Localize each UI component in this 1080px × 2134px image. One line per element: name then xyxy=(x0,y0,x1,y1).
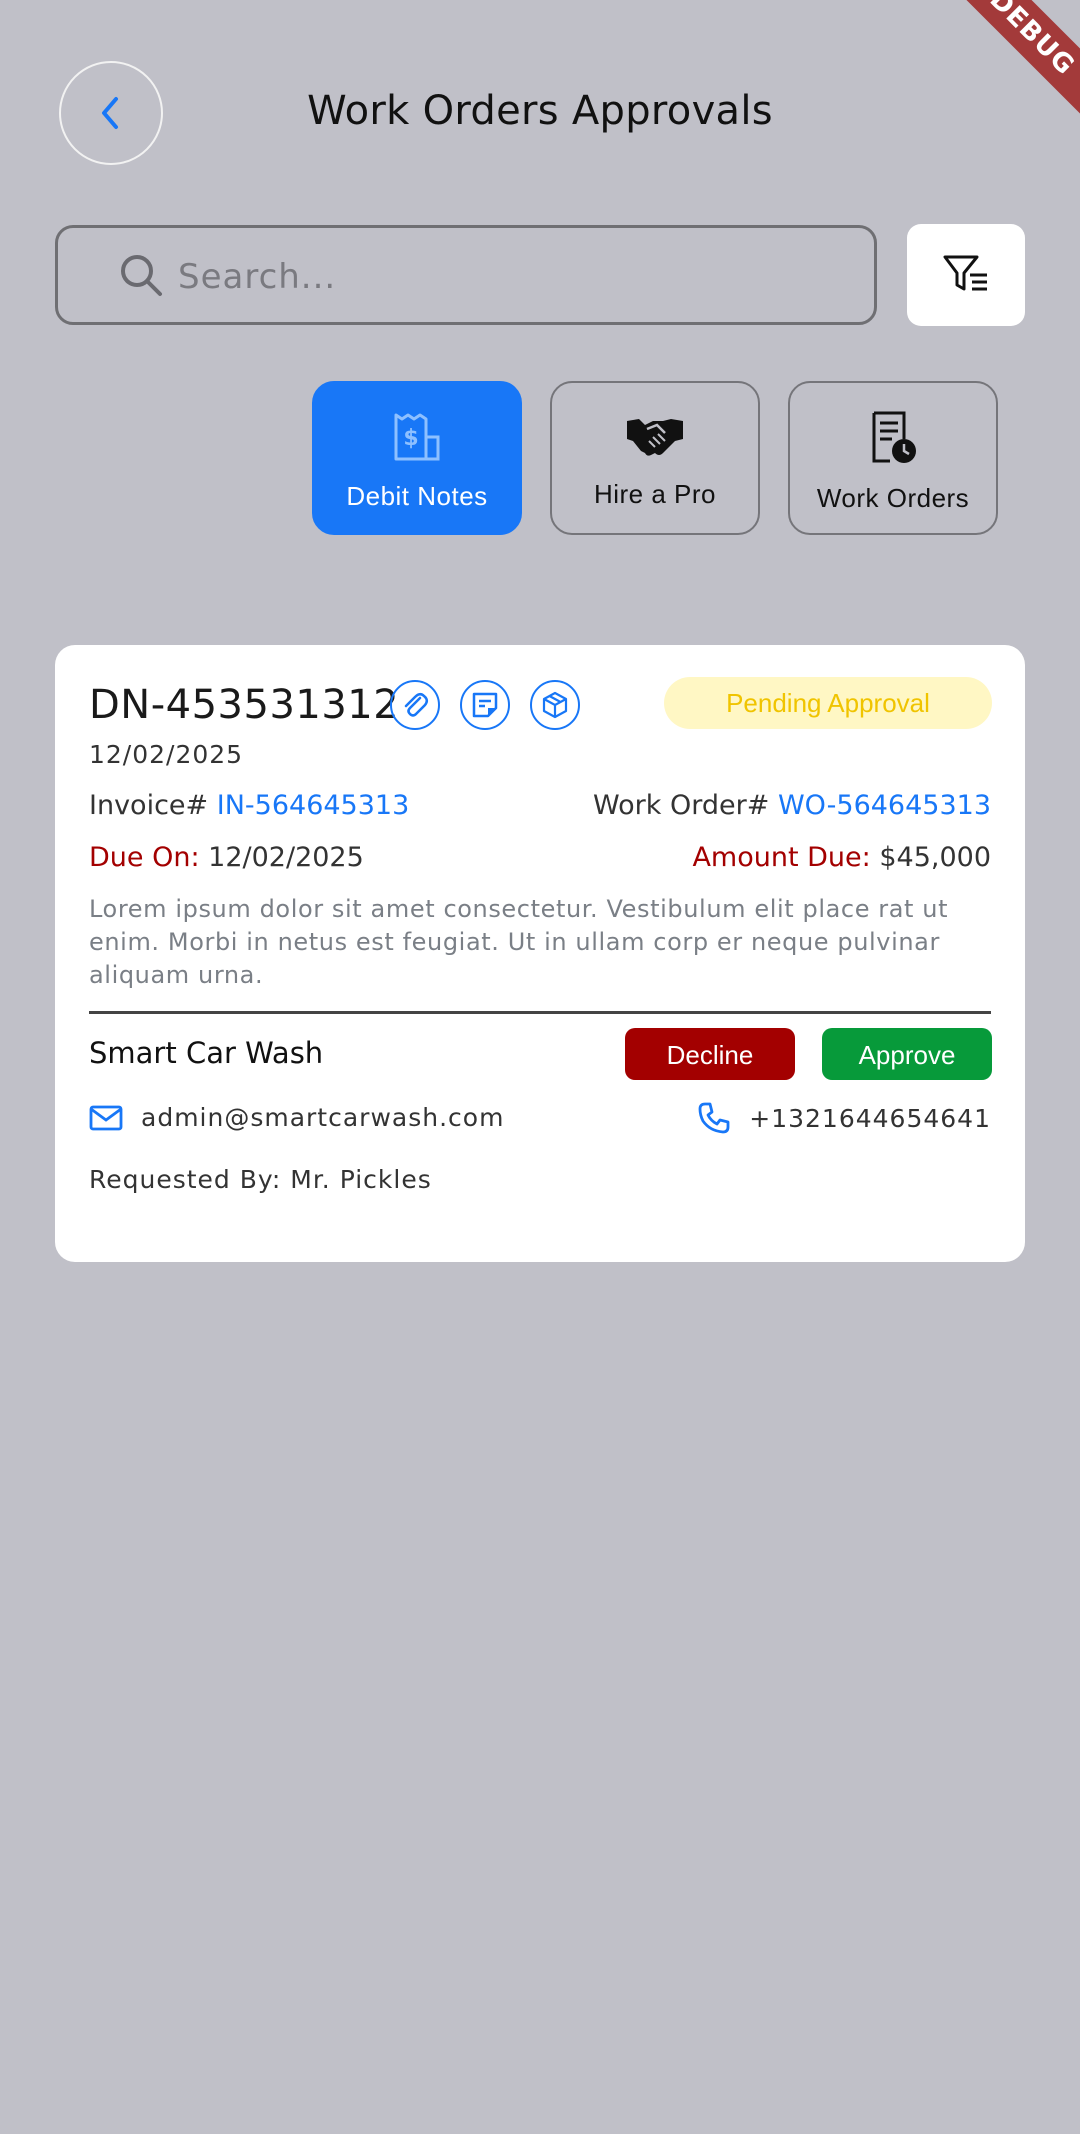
debit-note-date: 12/02/2025 xyxy=(89,740,244,769)
category-tabs: $ Debit Notes Hire a Pro Work Orders xyxy=(312,381,998,535)
tab-label: Work Orders xyxy=(816,483,970,513)
email-text: admin@smartcarwash.com xyxy=(141,1103,505,1132)
filter-list-icon xyxy=(943,255,987,291)
reference-row: Invoice# IN-564645313 Work Order# WO-564… xyxy=(89,790,991,821)
mail-icon xyxy=(89,1105,123,1130)
svg-text:$: $ xyxy=(403,426,418,451)
amount-value: $45,000 xyxy=(879,842,991,873)
work-order-link[interactable]: WO-564645313 xyxy=(778,790,991,821)
document-clock-icon xyxy=(872,411,916,463)
amount-label: Amount Due: xyxy=(692,842,871,873)
invoice-ref: Invoice# IN-564645313 xyxy=(89,790,409,821)
due-date: Due On: 12/02/2025 xyxy=(89,842,364,873)
due-value: 12/02/2025 xyxy=(208,842,364,873)
due-row: Due On: 12/02/2025 Amount Due: $45,000 xyxy=(89,842,991,873)
phone-text: +1321644654641 xyxy=(749,1103,991,1133)
search-input[interactable] xyxy=(176,250,820,304)
debit-note-id: DN-453531312 xyxy=(89,682,400,728)
search-icon xyxy=(121,255,162,296)
decline-button[interactable]: Decline xyxy=(625,1028,795,1080)
receipt-dollar-icon: $ xyxy=(394,413,440,461)
email-contact[interactable]: admin@smartcarwash.com xyxy=(89,1103,504,1132)
note-icon xyxy=(472,692,498,718)
requested-by: Requested By: Mr. Pickles xyxy=(89,1165,432,1194)
divider xyxy=(89,1011,991,1014)
note-button[interactable] xyxy=(460,680,510,730)
status-badge: Pending Approval xyxy=(664,677,992,729)
phone-contact[interactable]: +1321644654641 xyxy=(697,1101,991,1135)
box-icon xyxy=(542,691,568,719)
tab-hire-a-pro[interactable]: Hire a Pro xyxy=(550,381,760,535)
work-order-ref: Work Order# WO-564645313 xyxy=(593,790,991,821)
invoice-link[interactable]: IN-564645313 xyxy=(217,790,410,821)
card-action-icons xyxy=(390,680,580,730)
tab-work-orders[interactable]: Work Orders xyxy=(788,381,998,535)
filter-button[interactable] xyxy=(907,224,1025,326)
work-order-label: Work Order# xyxy=(593,790,770,821)
page-title: Work Orders Approvals xyxy=(307,88,773,134)
handshake-icon xyxy=(627,419,683,456)
amount-due: Amount Due: $45,000 xyxy=(692,842,991,873)
debit-note-card[interactable]: DN-453531312 Pending Approval 12/02/2025 xyxy=(55,645,1025,1262)
tab-label: Debit Notes xyxy=(346,481,488,511)
phone-icon xyxy=(698,1102,730,1134)
search-box[interactable] xyxy=(55,225,877,325)
attachment-button[interactable] xyxy=(390,680,440,730)
tab-label: Hire a Pro xyxy=(593,479,717,509)
paperclip-icon xyxy=(404,693,428,717)
description: Lorem ipsum dolor sit amet consectetur. … xyxy=(89,895,949,989)
invoice-label: Invoice# xyxy=(89,790,209,821)
due-label: Due On: xyxy=(89,842,200,873)
company-name: Smart Car Wash xyxy=(89,1036,324,1070)
package-button[interactable] xyxy=(530,680,580,730)
approve-button[interactable]: Approve xyxy=(822,1028,992,1080)
tab-debit-notes[interactable]: $ Debit Notes xyxy=(312,381,522,535)
